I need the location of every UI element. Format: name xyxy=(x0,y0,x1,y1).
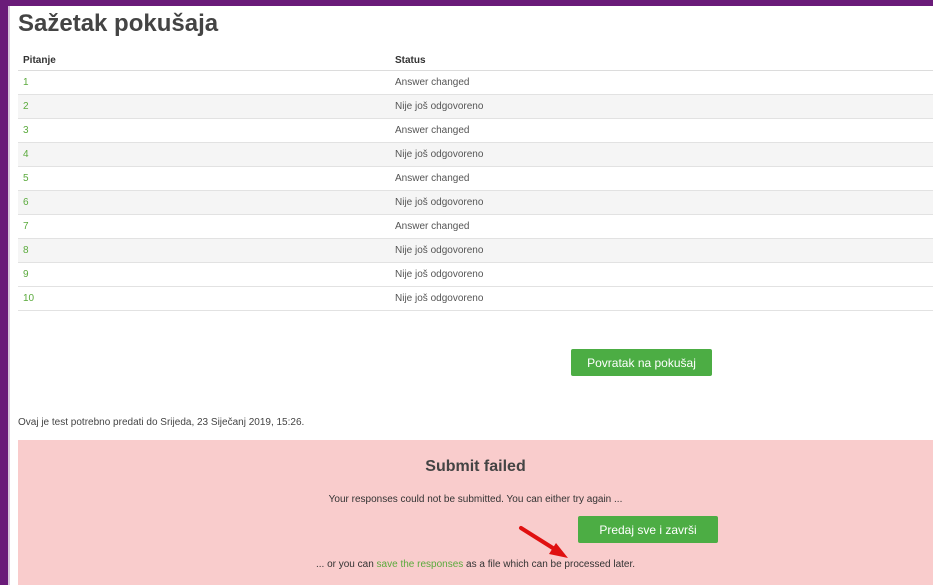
return-to-attempt-button[interactable]: Povratak na pokušaj xyxy=(571,349,712,376)
question-status: Nije još odgovoreno xyxy=(390,142,933,167)
question-link[interactable]: 6 xyxy=(23,197,29,208)
window-frame-top xyxy=(0,0,933,6)
question-link[interactable]: 9 xyxy=(23,269,29,280)
column-header-status: Status xyxy=(390,50,933,71)
question-status: Nije još odgovoreno xyxy=(390,94,933,119)
column-header-question: Pitanje xyxy=(18,50,390,71)
table-row: 1 Answer changed xyxy=(18,70,933,95)
attempt-summary-table: Pitanje Status 1 Answer changed 2 Nije j… xyxy=(18,50,933,311)
question-link[interactable]: 3 xyxy=(23,125,29,136)
submit-all-and-finish-button[interactable]: Predaj sve i završi xyxy=(578,516,718,543)
question-status: Answer changed xyxy=(390,214,933,239)
table-row: 8 Nije još odgovoreno xyxy=(18,238,933,263)
question-link[interactable]: 4 xyxy=(23,149,29,160)
deadline-notice: Ovaj je test potrebno predati do Srijeda… xyxy=(18,417,305,428)
question-link[interactable]: 8 xyxy=(23,245,29,256)
table-row: 2 Nije još odgovoreno xyxy=(18,94,933,119)
save-responses-link[interactable]: save the responses xyxy=(377,559,464,570)
question-status: Nije još odgovoreno xyxy=(390,262,933,287)
table-header-row: Pitanje Status xyxy=(18,50,933,71)
submit-failed-title: Submit failed xyxy=(425,458,526,475)
table-row: 3 Answer changed xyxy=(18,118,933,143)
page-title: Sažetak pokušaja xyxy=(18,10,219,37)
table-row: 6 Nije još odgovoreno xyxy=(18,190,933,215)
window-frame-left-inner xyxy=(8,6,10,585)
submit-failed-box: Submit failed Your responses could not b… xyxy=(18,440,933,585)
submit-failed-message: Your responses could not be submitted. Y… xyxy=(328,494,623,505)
question-link[interactable]: 2 xyxy=(23,101,29,112)
question-status: Answer changed xyxy=(390,166,933,191)
window-frame-left xyxy=(0,0,8,585)
question-status: Nije još odgovoreno xyxy=(390,286,933,311)
question-link[interactable]: 1 xyxy=(23,77,29,88)
question-status: Nije još odgovoreno xyxy=(390,190,933,215)
question-status: Answer changed xyxy=(390,118,933,143)
table-row: 10 Nije još odgovoreno xyxy=(18,286,933,311)
save-responses-line: ... or you can save the responses as a f… xyxy=(18,559,933,570)
table-row: 7 Answer changed xyxy=(18,214,933,239)
table-row: 9 Nije još odgovoreno xyxy=(18,262,933,287)
question-link[interactable]: 5 xyxy=(23,173,29,184)
question-status: Answer changed xyxy=(390,70,933,95)
table-row: 4 Nije još odgovoreno xyxy=(18,142,933,167)
question-link[interactable]: 7 xyxy=(23,221,29,232)
table-row: 5 Answer changed xyxy=(18,166,933,191)
save-responses-suffix: as a file which can be processed later. xyxy=(463,559,636,570)
question-link[interactable]: 10 xyxy=(23,293,34,304)
question-status: Nije još odgovoreno xyxy=(390,238,933,263)
save-responses-prefix: ... or you can xyxy=(315,559,377,570)
